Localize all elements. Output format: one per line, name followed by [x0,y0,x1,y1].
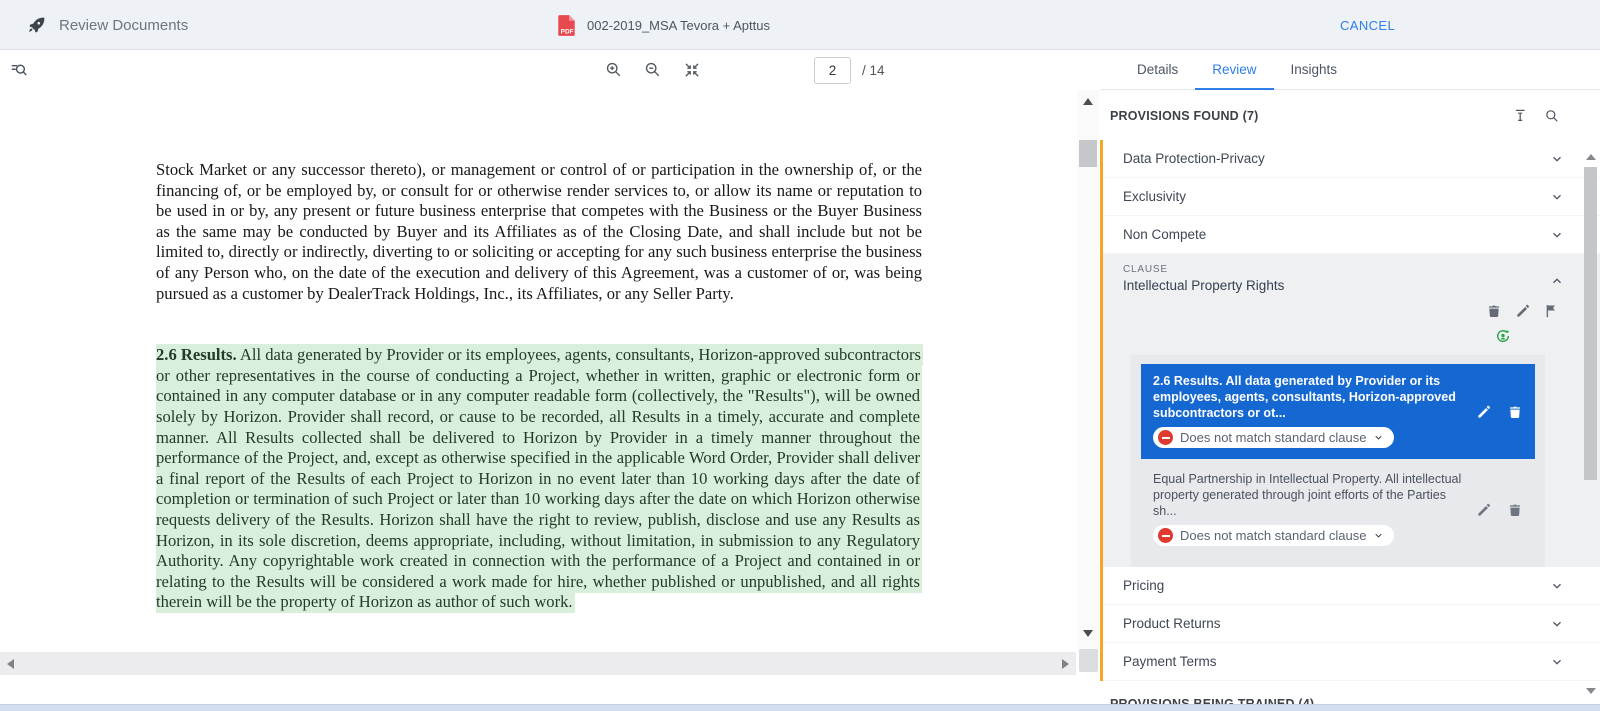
cancel-button[interactable]: CANCEL [1340,0,1395,50]
horizontal-scrollbar[interactable] [0,652,1076,675]
delete-card-button[interactable] [1507,502,1523,518]
provision-label: Product Returns [1123,616,1221,631]
delete-clause-button[interactable] [1486,303,1502,319]
provision-item-data-protection-privacy[interactable]: Data Protection-Privacy [1103,140,1600,178]
rocket-icon [26,15,47,36]
scroll-up-arrow[interactable] [1586,154,1596,160]
provisions-list: Data Protection-Privacy Exclusivity Non … [1100,140,1600,681]
provisions-found-header: PROVISIONS FOUND (7) [1100,90,1600,140]
chevron-down-icon [1550,579,1564,593]
clause-text: All data generated by Provider or its em… [156,345,921,611]
provision-item-product-returns[interactable]: Product Returns [1103,605,1600,643]
chevron-up-icon [1550,274,1564,288]
provision-label: Non Compete [1123,227,1206,242]
tab-details[interactable]: Details [1120,50,1195,89]
provision-item-exclusivity[interactable]: Exclusivity [1103,178,1600,216]
fit-to-screen-button[interactable] [683,61,701,79]
clause-status-label: Does not match standard clause [1180,528,1366,543]
pdf-file-icon: PDF [557,14,576,37]
chevron-down-icon [1550,617,1564,631]
search-icon[interactable] [1544,108,1560,124]
clause-type-label: CLAUSE [1123,264,1564,275]
chevron-down-icon [1550,655,1564,669]
file-name: 002-2019_MSA Tevora + Apttus [587,18,770,33]
top-bar: Review Documents PDF 002-2019_MSA Tevora… [0,0,1600,50]
clause-status-label: Does not match standard clause [1180,430,1366,445]
clause-card[interactable]: Equal Partnership in Intellectual Proper… [1141,459,1535,557]
provision-item-non-compete[interactable]: Non Compete [1103,216,1600,254]
scroll-up-arrow[interactable] [1083,98,1093,105]
scrollbar-corner [1079,649,1098,672]
review-documents-screen: Review Documents PDF 002-2019_MSA Tevora… [0,0,1600,711]
edit-clause-button[interactable] [1515,303,1531,319]
scroll-left-arrow[interactable] [7,659,14,669]
clause-status-dropdown[interactable]: Does not match standard clause [1153,427,1394,448]
clause-actions [1103,295,1600,319]
pdf-page: Stock Market or any successor thereto), … [0,90,1076,652]
zoom-in-button[interactable] [605,61,623,79]
clause-number: 2.6 Results. [156,345,237,364]
scroll-down-arrow[interactable] [1083,630,1093,637]
provision-label: Data Protection-Privacy [1123,151,1265,166]
panel-vertical-scrollbar[interactable] [1583,150,1598,696]
review-panel: Details Review Insights PROVISIONS FOUND… [1100,50,1600,711]
paragraph: Stock Market or any successor thereto), … [156,160,922,304]
zoom-out-button[interactable] [644,61,662,79]
tab-review[interactable]: Review [1195,50,1273,89]
chevron-down-icon [1550,228,1564,242]
page-title: Review Documents [59,17,188,34]
flag-clause-button[interactable] [1544,303,1560,319]
clause-header[interactable]: CLAUSE Intellectual Property Rights [1103,262,1600,295]
tab-insights[interactable]: Insights [1274,50,1355,89]
delete-card-button[interactable] [1507,404,1523,420]
train-clause-icon[interactable] [1494,327,1512,345]
document-title: PDF 002-2019_MSA Tevora + Apttus [557,0,770,50]
provision-expanded-intellectual-property-rights: CLAUSE Intellectual Property Rights [1103,254,1600,567]
scrollbar-thumb[interactable] [1079,140,1097,167]
document-text: Stock Market or any successor thereto), … [156,160,922,613]
chevron-down-icon [1550,190,1564,204]
highlighted-clause-paragraph[interactable]: 2.6 Results. All data generated by Provi… [156,345,922,613]
provision-item-pricing[interactable]: Pricing [1103,567,1600,605]
chevron-down-icon [1550,152,1564,166]
provision-label: Exclusivity [1123,189,1186,204]
minus-circle-icon [1158,430,1173,445]
minus-circle-icon [1158,528,1173,543]
chevron-down-icon [1373,530,1384,541]
clause-card-selected[interactable]: 2.6 Results. All data generated by Provi… [1141,364,1535,459]
svg-text:PDF: PDF [561,28,574,35]
scroll-down-arrow[interactable] [1586,688,1596,694]
clause-status-dropdown[interactable]: Does not match standard clause [1153,525,1394,546]
clause-cards: 2.6 Results. All data generated by Provi… [1131,355,1545,567]
scroll-right-arrow[interactable] [1062,659,1069,669]
window-bottom-edge [0,704,1600,711]
clause-name: Intellectual Property Rights [1123,278,1564,293]
viewer-toolbar: / 14 [605,50,885,90]
panel-tabs: Details Review Insights [1100,50,1600,90]
provision-item-payment-terms[interactable]: Payment Terms [1103,643,1600,681]
provision-label: Pricing [1123,578,1164,593]
app-header: Review Documents [26,0,188,50]
provisions-found-title: PROVISIONS FOUND (7) [1110,109,1258,123]
document-vertical-scrollbar[interactable] [1077,90,1099,652]
find-panel-toggle-button[interactable] [10,61,28,79]
page-total-label: / 14 [862,63,885,78]
provision-label: Payment Terms [1123,654,1217,669]
page-number-input[interactable] [814,57,851,84]
scrollbar-thumb[interactable] [1584,167,1597,480]
train-row [1103,319,1600,347]
edit-card-button[interactable] [1476,502,1492,518]
clause-card-text: Equal Partnership in Intellectual Proper… [1153,471,1466,519]
edit-card-button[interactable] [1476,404,1492,420]
clause-card-text: 2.6 Results. All data generated by Provi… [1153,373,1466,421]
chevron-down-icon [1373,432,1384,443]
collapse-all-icon[interactable] [1513,108,1529,124]
